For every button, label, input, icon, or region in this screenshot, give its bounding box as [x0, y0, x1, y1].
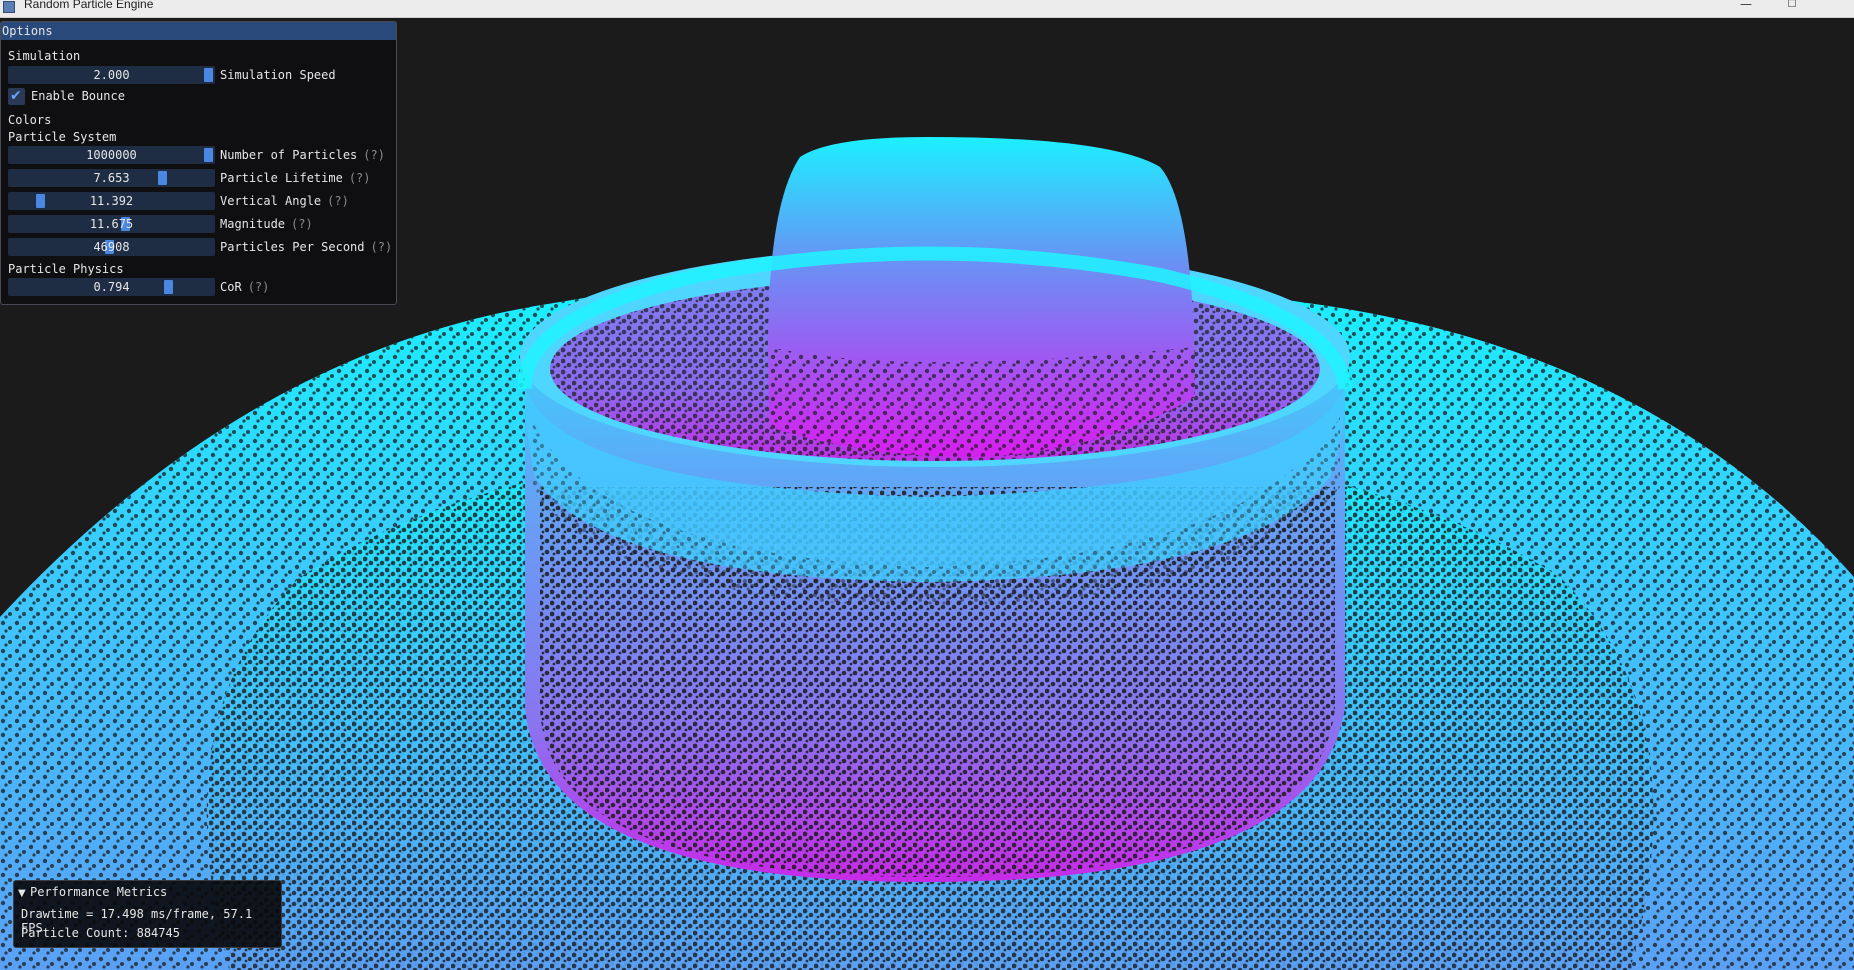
cor-label: CoR (?) — [220, 280, 270, 294]
section-particle-system: Particle System — [8, 130, 117, 144]
slider-value: 7.653 — [93, 171, 130, 185]
options-title-bar[interactable]: Options — [1, 22, 396, 40]
cor-slider[interactable]: 0.794 — [8, 278, 215, 296]
slider-value: 1000000 — [86, 148, 137, 162]
enable-bounce-checkbox[interactable]: ✔ — [8, 88, 25, 105]
title-bar: Random Particle Engine — ☐ — [0, 0, 1854, 18]
particles-per-second-slider[interactable]: 46908 — [8, 238, 215, 256]
simulation-speed-label: Simulation Speed — [220, 68, 336, 82]
performance-metrics-title: Performance Metrics — [30, 885, 168, 899]
section-simulation: Simulation — [8, 49, 81, 63]
help-marker[interactable]: (?) — [371, 240, 393, 254]
help-marker[interactable]: (?) — [363, 148, 385, 162]
section-colors[interactable]: Colors — [8, 113, 51, 127]
slider-value: 0.794 — [93, 280, 130, 294]
help-marker[interactable]: (?) — [349, 171, 371, 185]
slider-value: 11.392 — [89, 194, 134, 208]
help-marker[interactable]: (?) — [248, 280, 270, 294]
help-marker[interactable]: (?) — [327, 194, 349, 208]
number-of-particles-label: Number of Particles (?) — [220, 148, 385, 162]
simulation-speed-slider[interactable]: 2.000 — [8, 66, 215, 84]
collapse-arrow-icon[interactable]: ▼ — [18, 887, 30, 901]
slider-value: 2.000 — [93, 68, 130, 82]
app-icon — [3, 1, 15, 13]
magnitude-label: Magnitude (?) — [220, 217, 313, 231]
slider-value: 11.675 — [89, 217, 134, 231]
window-title: Random Particle Engine — [24, 0, 154, 11]
app-window: Random Particle Engine — ☐ Options Simul… — [0, 0, 1854, 970]
enable-bounce-label[interactable]: Enable Bounce — [31, 88, 125, 105]
slider-value: 46908 — [93, 240, 130, 254]
number-of-particles-slider[interactable]: 1000000 — [8, 146, 215, 164]
section-particle-physics: Particle Physics — [8, 262, 124, 276]
minimize-button[interactable]: — — [1723, 0, 1769, 17]
vertical-angle-label: Vertical Angle (?) — [220, 194, 349, 208]
help-marker[interactable]: (?) — [291, 217, 313, 231]
vertical-angle-slider[interactable]: 11.392 — [8, 192, 215, 210]
performance-metrics-panel: ▼ Performance Metrics Drawtime = 17.498 m… — [13, 880, 282, 948]
particle-lifetime-label: Particle Lifetime (?) — [220, 171, 371, 185]
particle-count-text: Particle Count: 884745 — [21, 926, 180, 940]
magnitude-slider[interactable]: 11.675 — [8, 215, 215, 233]
check-icon: ✔ — [10, 88, 22, 104]
options-panel: Options Simulation 2.000 Simulation Spee… — [0, 21, 397, 305]
performance-metrics-header[interactable]: ▼ Performance Metrics — [18, 885, 167, 901]
maximize-button[interactable]: ☐ — [1769, 0, 1815, 17]
particles-per-second-label: Particles Per Second (?) — [220, 240, 393, 254]
particle-lifetime-slider[interactable]: 7.653 — [8, 169, 215, 187]
